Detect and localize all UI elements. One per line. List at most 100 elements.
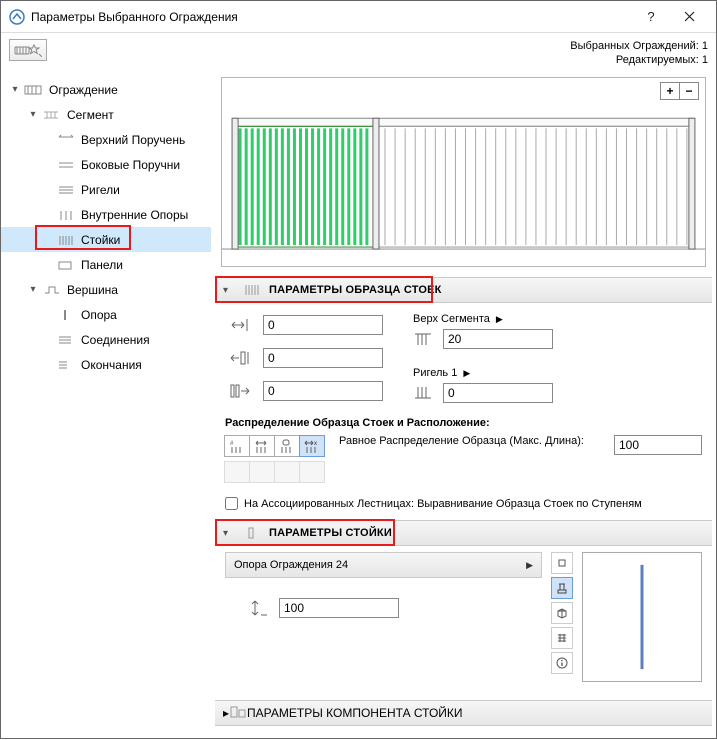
- align-mode-3[interactable]: [274, 461, 300, 483]
- side-ref-icon: [413, 385, 435, 401]
- dist-mode-x[interactable]: x: [299, 435, 325, 457]
- dropdown-icon[interactable]: ▶: [496, 314, 503, 325]
- favorites-button[interactable]: [9, 39, 47, 61]
- dropdown-icon[interactable]: ▶: [463, 368, 470, 379]
- panel-header-sample[interactable]: ▾ ПАРАМЕТРЫ ОБРАЗЦА СТОЕК: [215, 277, 712, 303]
- panel-title: ПАРАМЕТРЫ ОБРАЗЦА СТОЕК: [269, 284, 442, 296]
- tree-item-balusters[interactable]: Стойки: [1, 227, 211, 252]
- railing-preview-svg: [222, 78, 705, 269]
- dist-mode-count[interactable]: #: [224, 435, 250, 457]
- tree-item-inner-posts[interactable]: Внутренние Опоры: [1, 202, 211, 227]
- tree-item-railing[interactable]: ▾ Ограждение: [1, 77, 211, 102]
- panel-body-sample: Верх Сегмента ▶ Ригель 1 ▶: [211, 303, 716, 520]
- info-icon[interactable]: [551, 652, 573, 674]
- offset-horizontal-input[interactable]: [263, 315, 383, 335]
- top-rail-icon: [55, 132, 77, 148]
- window-title: Параметры Выбранного Ограждения: [31, 10, 632, 24]
- panel-header-component[interactable]: ▸ ПАРАМЕТРЫ КОМПОНЕНТА СТОЙКИ: [215, 700, 712, 726]
- distribution-value-input[interactable]: [614, 435, 702, 455]
- ref-side-input[interactable]: [443, 383, 553, 403]
- tree-label: Ригели: [81, 183, 120, 197]
- tree-item-panels[interactable]: Панели: [1, 252, 211, 277]
- help-button[interactable]: ?: [632, 3, 670, 31]
- tree-label: Ограждение: [49, 83, 118, 97]
- chevron-down-icon: ▾: [27, 284, 39, 295]
- tree-item-top-node[interactable]: ▾ Вершина: [1, 277, 211, 302]
- baluster-preview: [582, 552, 702, 682]
- dist-mode-max[interactable]: [249, 435, 275, 457]
- panel-title: ПАРАМЕТРЫ КОМПОНЕНТА СТОЙКИ: [247, 706, 463, 720]
- tree-label: Соединения: [81, 333, 150, 347]
- preview-pane: + −: [221, 77, 706, 267]
- offset-bottom-input[interactable]: [263, 381, 383, 401]
- height-icon: [249, 599, 269, 617]
- svg-text:x: x: [314, 441, 317, 447]
- ref-side-label: Ригель 1: [413, 367, 457, 379]
- editable-count-value: 1: [702, 54, 708, 66]
- panel-body-baluster: Опора Ограждения 24 ▶: [211, 546, 716, 692]
- nav-tree: ▾ Ограждение ▾ Сегмент Верхний Поручень …: [1, 73, 211, 740]
- balusters-icon: [243, 283, 263, 297]
- tree-label: Стойки: [81, 233, 120, 247]
- align-mode-1[interactable]: [224, 461, 250, 483]
- segment-icon: [41, 107, 63, 123]
- profile-name: Опора Ограждения 24: [234, 559, 348, 571]
- panel-title: ПАРАМЕТРЫ СТОЙКИ: [269, 527, 392, 539]
- svg-text:#: #: [230, 441, 234, 447]
- dist-mode-fixed[interactable]: [274, 435, 300, 457]
- tree-item-segment[interactable]: ▾ Сегмент: [1, 102, 211, 127]
- close-button[interactable]: [670, 3, 708, 31]
- balusters-icon: [55, 232, 77, 248]
- chevron-down-icon: ▾: [9, 84, 21, 95]
- connections-icon: [55, 332, 77, 348]
- rails-icon: [55, 182, 77, 198]
- tree-label: Окончания: [81, 358, 142, 372]
- handrail-icon: [55, 157, 77, 173]
- view-3d-icon[interactable]: [551, 602, 573, 624]
- baluster-icon: [243, 526, 263, 540]
- tree-label: Опора: [81, 308, 117, 322]
- post-icon: [55, 307, 77, 323]
- chevron-down-icon: ▾: [223, 285, 237, 296]
- align-mode-2[interactable]: [249, 461, 275, 483]
- panel-header-baluster[interactable]: ▾ ПАРАМЕТРЫ СТОЙКИ: [215, 520, 712, 546]
- component-icon: [229, 705, 247, 722]
- tree-label: Сегмент: [67, 108, 114, 122]
- tree-item-connections[interactable]: Соединения: [1, 327, 211, 352]
- tree-label: Боковые Поручни: [81, 158, 180, 172]
- tree-label: Панели: [81, 258, 123, 272]
- titlebar: Параметры Выбранного Ограждения ?: [1, 1, 716, 33]
- top-icon: [41, 282, 63, 298]
- chevron-down-icon: ▾: [27, 109, 39, 120]
- distribution-desc: Равное Распределение Образца (Макс. Длин…: [339, 435, 600, 447]
- editable-count-label: Редактируемых:: [616, 54, 699, 66]
- tree-item-top-rail[interactable]: Верхний Поручень: [1, 127, 211, 152]
- tree-item-endings[interactable]: Окончания: [1, 352, 211, 377]
- baluster-height-input[interactable]: [279, 598, 399, 618]
- railing-icon: [23, 82, 45, 98]
- app-icon: [9, 9, 25, 25]
- ref-top-label: Верх Сегмента: [413, 313, 490, 325]
- profile-select[interactable]: Опора Ограждения 24 ▶: [225, 552, 542, 578]
- endings-icon: [55, 357, 77, 373]
- view-grid-icon[interactable]: [551, 627, 573, 649]
- tree-item-post[interactable]: Опора: [1, 302, 211, 327]
- distribution-label: Распределение Образца Стоек и Расположен…: [225, 417, 702, 429]
- offset-to-post-input[interactable]: [263, 348, 383, 368]
- offset-bottom-icon: [225, 383, 255, 399]
- stairs-align-label: На Ассоциированных Лестницах: Выравниван…: [244, 498, 642, 510]
- ref-top-input[interactable]: [443, 329, 553, 349]
- infobar: Выбранных Ограждений: 1 Редактируемых: 1: [1, 33, 716, 73]
- offset-horizontal-icon: [225, 317, 255, 333]
- dropdown-icon: ▶: [526, 560, 533, 571]
- stairs-align-checkbox[interactable]: [225, 497, 238, 510]
- tree-item-rails[interactable]: Ригели: [1, 177, 211, 202]
- tree-label: Верхний Поручень: [81, 133, 185, 147]
- top-ref-icon: [413, 331, 435, 347]
- view-2d-icon[interactable]: [551, 552, 573, 574]
- view-type-icon[interactable]: [551, 577, 573, 599]
- panels-icon: [55, 257, 77, 273]
- tree-item-handrails[interactable]: Боковые Поручни: [1, 152, 211, 177]
- offset-to-post-icon: [225, 350, 255, 366]
- align-mode-4[interactable]: [299, 461, 325, 483]
